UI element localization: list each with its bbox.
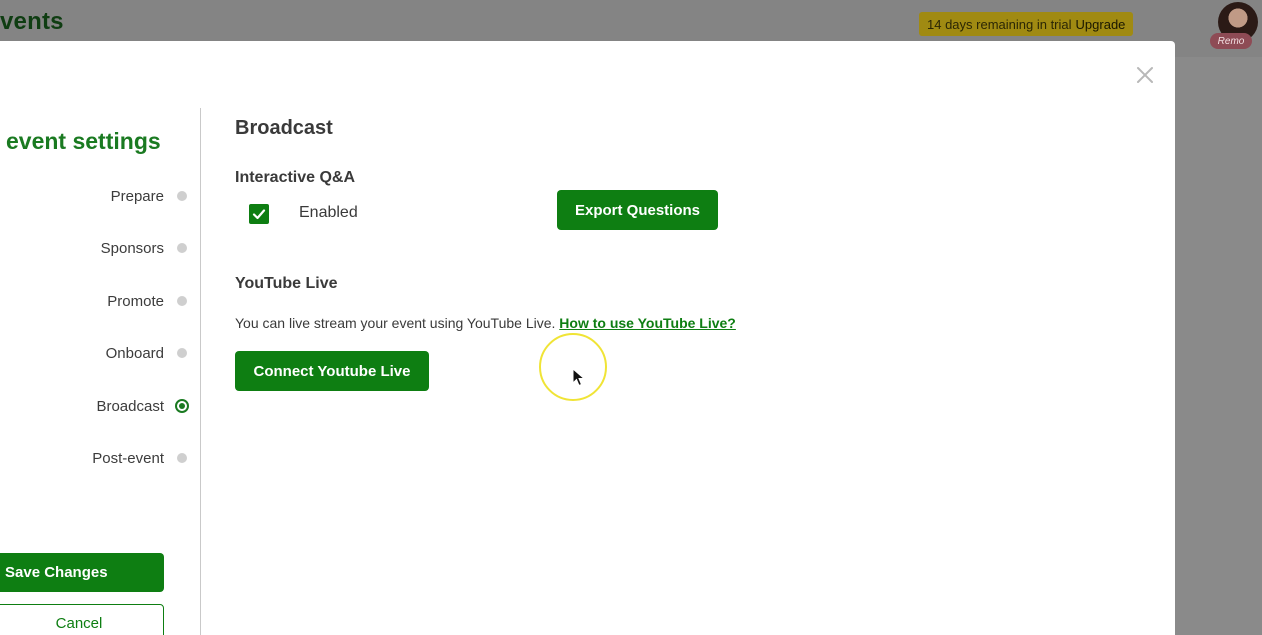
sidebar-item-label: Broadcast [96,397,164,415]
sidebar-item-post-event[interactable]: Post-event [92,447,187,469]
qa-enabled-label: Enabled [299,204,358,221]
cancel-button[interactable]: Cancel [0,604,164,635]
checkmark-icon [252,209,266,220]
trial-banner: 14 days remaining in trial Upgrade [919,12,1134,36]
close-button[interactable] [1135,65,1155,85]
sidebar-item-broadcast[interactable]: Broadcast [96,395,189,417]
export-questions-button[interactable]: Export Questions [557,190,718,230]
upgrade-link[interactable]: Upgrade [1076,17,1126,32]
close-icon [1137,67,1153,83]
youtube-description: You can live stream your event using You… [235,315,736,331]
connect-youtube-button[interactable]: Connect Youtube Live [235,351,429,391]
sidebar-item-sponsors[interactable]: Sponsors [100,237,187,259]
step-dot-icon [177,191,187,201]
trial-text: 14 days remaining in trial [927,16,1072,32]
sidebar-item-label: Prepare [110,187,164,205]
settings-sidebar: event settings Prepare Sponsors Promote … [0,108,201,635]
save-changes-button[interactable]: Save Changes [0,553,164,592]
youtube-help-link[interactable]: How to use YouTube Live? [559,315,736,331]
sidebar-item-label: Post-event [92,449,164,467]
sidebar-item-promote[interactable]: Promote [107,290,187,312]
step-dot-icon [177,296,187,306]
app-title: vents [0,8,64,35]
youtube-description-text: You can live stream your event using You… [235,315,556,331]
youtube-heading: YouTube Live [235,275,338,292]
sidebar-item-label: Onboard [105,344,164,362]
step-dot-icon [177,348,187,358]
sidebar-title: event settings [6,128,161,154]
sidebar-item-label: Sponsors [100,239,164,257]
step-dot-icon [177,243,187,253]
page-title: Broadcast [235,117,333,139]
mouse-pointer-icon [572,368,586,387]
qa-enabled-checkbox[interactable] [249,204,269,224]
qa-heading: Interactive Q&A [235,169,356,186]
step-dot-icon [177,453,187,463]
cursor-highlight [539,333,607,401]
active-step-icon [175,399,189,413]
event-settings-modal: event settings Prepare Sponsors Promote … [0,41,1175,635]
sidebar-item-label: Promote [107,292,164,310]
sidebar-item-prepare[interactable]: Prepare [110,185,187,207]
avatar-badge: Remo [1210,33,1252,49]
sidebar-item-onboard[interactable]: Onboard [105,342,187,364]
